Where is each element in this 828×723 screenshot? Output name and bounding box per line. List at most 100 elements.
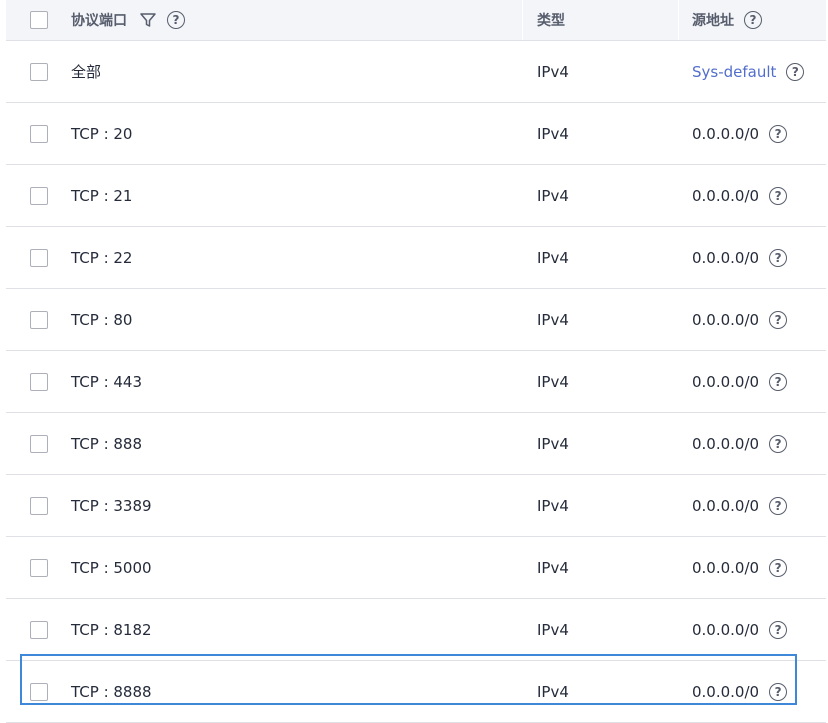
source-cell: 0.0.0.0/0? — [692, 351, 788, 412]
port-cell: TCP : 20 — [71, 103, 132, 164]
header-port-label: 协议端口 — [71, 13, 127, 29]
port-cell: 全部 — [71, 41, 101, 102]
source-value: 0.0.0.0/0 — [692, 372, 760, 391]
source-value: 0.0.0.0/0 — [692, 124, 760, 143]
source-value: 0.0.0.0/0 — [692, 620, 760, 639]
source-cell: 0.0.0.0/0? — [692, 165, 788, 226]
port-value: TCP : 22 — [71, 248, 133, 267]
port-cell: TCP : 888 — [71, 413, 142, 474]
help-icon[interactable]: ? — [769, 434, 788, 453]
source-cell: 0.0.0.0/0? — [692, 289, 788, 350]
table-row: TCP : 443 IPv4 0.0.0.0/0? — [6, 351, 826, 413]
row-select-cell — [30, 165, 48, 226]
help-icon[interactable]: ? — [769, 682, 788, 701]
row-checkbox[interactable] — [30, 372, 48, 391]
row-select-cell — [30, 227, 48, 288]
source-cell: 0.0.0.0/0? — [692, 475, 788, 536]
row-checkbox[interactable] — [30, 124, 48, 143]
row-checkbox[interactable] — [30, 248, 48, 267]
source-value: 0.0.0.0/0 — [692, 558, 760, 577]
port-value: TCP : 20 — [71, 124, 133, 143]
row-checkbox[interactable] — [30, 434, 48, 453]
row-select-cell — [30, 537, 48, 598]
port-value: 全部 — [71, 63, 102, 81]
row-checkbox[interactable] — [30, 186, 48, 205]
type-value: IPv4 — [537, 62, 569, 81]
source-value: 0.0.0.0/0 — [692, 496, 760, 515]
source-value: 0.0.0.0/0 — [692, 248, 760, 267]
type-value: IPv4 — [537, 124, 569, 143]
type-value: IPv4 — [537, 682, 569, 701]
port-value: TCP : 5000 — [71, 558, 152, 577]
source-cell: Sys-default? — [692, 41, 805, 102]
row-select-cell — [30, 41, 48, 102]
type-cell: IPv4 — [537, 289, 569, 350]
header-source-label: 源地址 — [692, 13, 734, 29]
table-row: TCP : 5000 IPv4 0.0.0.0/0? — [6, 537, 826, 599]
source-cell: 0.0.0.0/0? — [692, 661, 788, 722]
row-checkbox[interactable] — [30, 620, 48, 639]
header-type-label: 类型 — [537, 13, 565, 29]
row-select-cell — [30, 289, 48, 350]
row-checkbox[interactable] — [30, 62, 48, 81]
type-cell: IPv4 — [537, 227, 569, 288]
port-cell: TCP : 21 — [71, 165, 132, 226]
header-source: 源地址 ? — [692, 0, 762, 40]
source-cell: 0.0.0.0/0? — [692, 227, 788, 288]
source-cell: 0.0.0.0/0? — [692, 599, 788, 660]
row-select-cell — [30, 413, 48, 474]
source-value: 0.0.0.0/0 — [692, 310, 760, 329]
source-value: 0.0.0.0/0 — [692, 434, 760, 453]
type-value: IPv4 — [537, 496, 569, 515]
filter-icon[interactable] — [139, 11, 157, 29]
source-cell: 0.0.0.0/0? — [692, 537, 788, 598]
header-port: 协议端口 ? — [71, 0, 185, 40]
type-value: IPv4 — [537, 620, 569, 639]
row-select-cell — [30, 599, 48, 660]
help-icon[interactable]: ? — [769, 496, 788, 515]
port-cell: TCP : 8182 — [71, 599, 152, 660]
help-icon[interactable]: ? — [769, 310, 788, 329]
source-value: 0.0.0.0/0 — [692, 682, 760, 701]
port-value: TCP : 80 — [71, 310, 133, 329]
security-rule-table: 协议端口 ? 类型 源地址 ? 全部 IPv4 Sys-default? TCP : … — [6, 0, 826, 723]
type-value: IPv4 — [537, 310, 569, 329]
help-icon[interactable]: ? — [744, 11, 762, 29]
help-icon[interactable]: ? — [167, 11, 185, 29]
type-value: IPv4 — [537, 558, 569, 577]
help-icon[interactable]: ? — [769, 124, 788, 143]
help-icon[interactable]: ? — [769, 558, 788, 577]
row-checkbox[interactable] — [30, 496, 48, 515]
port-value: TCP : 3389 — [71, 496, 152, 515]
column-divider — [678, 0, 679, 40]
row-select-cell — [30, 351, 48, 412]
row-select-cell — [30, 661, 48, 722]
row-checkbox[interactable] — [30, 682, 48, 701]
table-row: TCP : 3389 IPv4 0.0.0.0/0? — [6, 475, 826, 537]
table-header: 协议端口 ? 类型 源地址 ? — [6, 0, 826, 41]
help-icon[interactable]: ? — [769, 620, 788, 639]
type-value: IPv4 — [537, 248, 569, 267]
table-body: 全部 IPv4 Sys-default? TCP : 20 IPv4 0.0.0.0/0?… — [6, 41, 826, 723]
table-row: 全部 IPv4 Sys-default? — [6, 41, 826, 103]
column-divider — [522, 0, 523, 40]
row-checkbox[interactable] — [30, 310, 48, 329]
port-value: TCP : 443 — [71, 372, 143, 391]
port-value: TCP : 21 — [71, 186, 133, 205]
type-cell: IPv4 — [537, 475, 569, 536]
help-icon[interactable]: ? — [769, 372, 788, 391]
help-icon[interactable]: ? — [786, 62, 805, 81]
table-row: TCP : 8182 IPv4 0.0.0.0/0? — [6, 599, 826, 661]
help-icon[interactable]: ? — [769, 248, 788, 267]
row-checkbox[interactable] — [30, 558, 48, 577]
help-icon[interactable]: ? — [769, 186, 788, 205]
type-cell: IPv4 — [537, 165, 569, 226]
select-all-checkbox[interactable] — [30, 11, 48, 29]
port-cell: TCP : 3389 — [71, 475, 152, 536]
table-row: TCP : 888 IPv4 0.0.0.0/0? — [6, 413, 826, 475]
type-cell: IPv4 — [537, 413, 569, 474]
source-link[interactable]: Sys-default — [692, 63, 776, 81]
table-row: TCP : 22 IPv4 0.0.0.0/0? — [6, 227, 826, 289]
table-row: TCP : 20 IPv4 0.0.0.0/0? — [6, 103, 826, 165]
type-value: IPv4 — [537, 372, 569, 391]
